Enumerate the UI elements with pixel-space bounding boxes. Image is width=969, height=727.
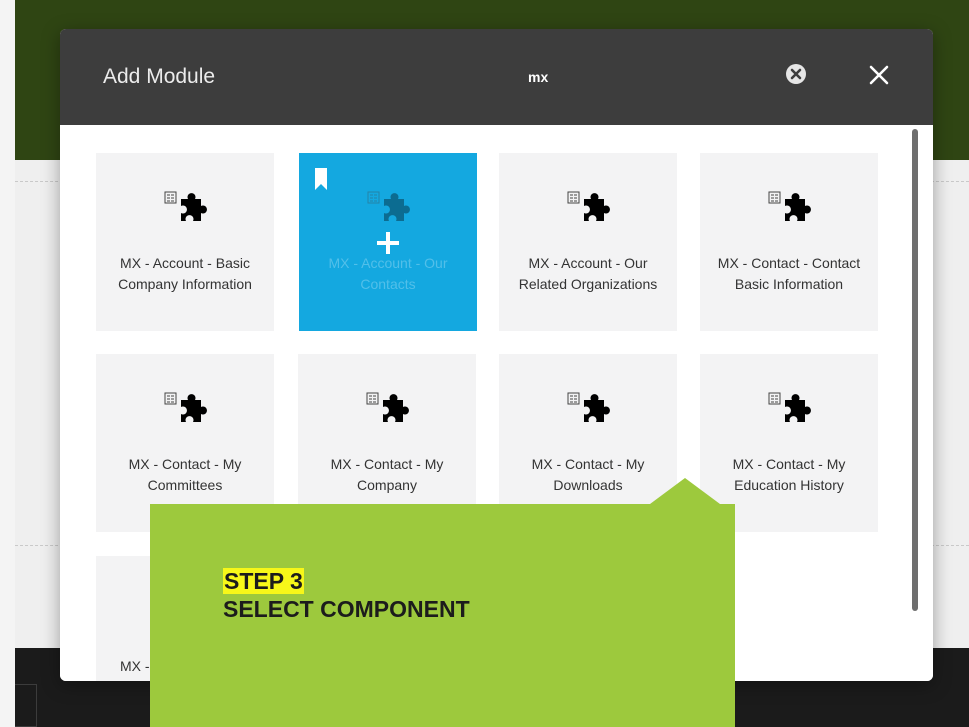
search-input[interactable]: mx [528,69,548,85]
module-label: MX - Account - Our Contacts [328,255,448,292]
module-icon [367,191,410,221]
module-label: MX - Contact - Contact Basic Information [717,255,861,292]
module-tile[interactable]: MX - Account - Basic Company Information [96,153,274,331]
module-icon [366,392,409,422]
dialog-title: Add Module [103,65,216,88]
page-left-edge [0,0,15,727]
page-footer-box [15,684,37,727]
module-icon [768,392,811,422]
callout-text: STEP 3 SELECT COMPONENT [223,568,470,624]
bookmark-icon [315,168,327,190]
module-tile-selected[interactable]: MX - Account - Our Contacts [299,153,477,331]
scrollbar-thumb[interactable] [912,129,918,611]
dialog-header: Add Module mx [60,29,933,125]
step-number: STEP 3 [223,568,304,594]
module-icon [164,392,207,422]
module-icon [567,191,610,221]
module-icon [567,392,610,422]
close-icon[interactable] [868,64,890,86]
clear-search-icon[interactable] [785,63,807,85]
module-tile[interactable]: MX - Contact - Contact Basic Information [700,153,878,331]
module-tile[interactable]: MX - Account - Our Related Organizations [499,153,677,331]
module-icon [768,191,811,221]
module-icon [164,191,207,221]
module-label: MX - Account - Basic Company Information [118,255,252,292]
module-label: MX - Account - Our Related Organizations [518,255,658,292]
step-title: SELECT COMPONENT [223,596,470,622]
